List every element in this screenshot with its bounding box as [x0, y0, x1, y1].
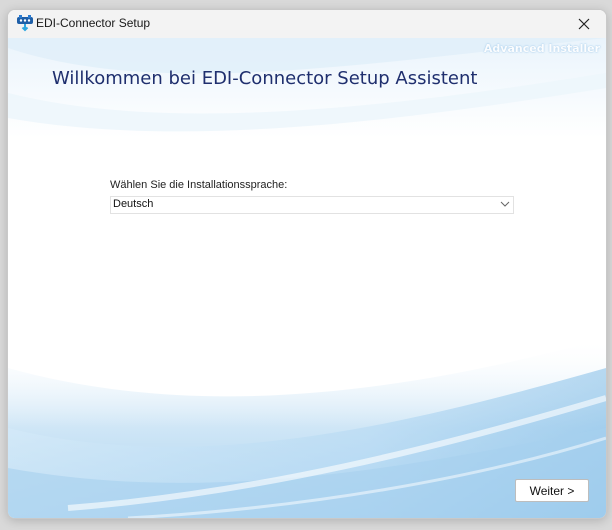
window-title: EDI-Connector Setup [36, 16, 151, 30]
next-button[interactable]: Weiter > [515, 479, 589, 502]
page-title: Willkommen bei EDI-Connector Setup Assis… [52, 68, 478, 89]
language-dropdown[interactable]: Deutsch [110, 196, 514, 214]
close-icon [578, 18, 590, 30]
wizard-panel: Advanced Installer Willkommen bei EDI-Co… [8, 38, 606, 518]
brand-watermark: Advanced Installer [483, 42, 600, 55]
installer-app-icon [17, 15, 33, 32]
language-label: Wählen Sie die Installationssprache: [110, 179, 288, 191]
background-waves [8, 38, 606, 518]
chevron-down-icon [500, 201, 510, 207]
language-selected-value: Deutsch [113, 198, 154, 210]
setup-window: EDI-Connector Setup Advanced Installer W… [7, 9, 607, 519]
title-bar[interactable]: EDI-Connector Setup [8, 10, 606, 38]
close-button[interactable] [562, 10, 606, 38]
